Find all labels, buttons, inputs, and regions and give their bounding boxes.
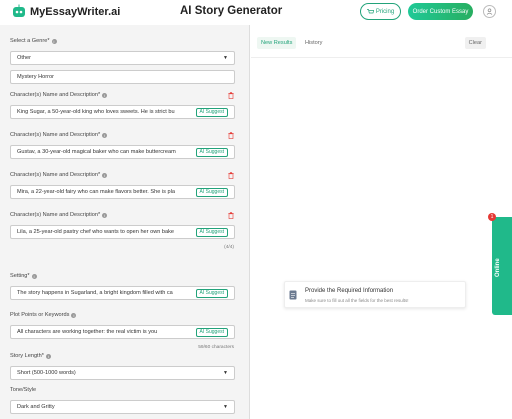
robot-logo-icon[interactable] — [12, 4, 26, 18]
info-icon[interactable]: i — [102, 212, 108, 218]
character-label: Character(s) Name and Description* i — [10, 172, 108, 178]
pricing-button[interactable]: Pricing — [360, 3, 401, 20]
character-label: Character(s) Name and Description* i — [10, 132, 108, 138]
genre-label: Select a Genre* i — [10, 38, 57, 44]
ai-suggest-button[interactable]: AI Suggest — [195, 147, 228, 157]
info-icon[interactable]: i — [71, 312, 77, 318]
logo-text[interactable]: MyEssayWriter.ai — [30, 6, 120, 18]
ai-suggest-button[interactable]: AI Suggest — [195, 288, 228, 298]
dropdown-arrow-icon: ▼ — [223, 404, 228, 410]
info-icon[interactable]: i — [31, 273, 37, 279]
character-input[interactable]: King Sugar, a 50-year-old king who loves… — [10, 105, 235, 119]
tone-label: Tone/Style — [10, 387, 37, 393]
story-form-panel: Select a Genre* i Other ▼ Mystery Horror… — [0, 25, 250, 419]
plot-input[interactable]: All characters are working together: the… — [10, 325, 235, 339]
setting-label: Setting* i — [10, 273, 37, 279]
delete-character-icon[interactable] — [228, 212, 234, 219]
plot-counter: 59/60 characters — [198, 345, 234, 350]
empty-state-card: Provide the Required Information Make su… — [284, 281, 466, 308]
divider — [251, 57, 512, 58]
story-length-select[interactable]: Short (500-1000 words) ▼ — [10, 366, 235, 380]
character-label: Character(s) Name and Description* i — [10, 92, 108, 98]
delete-character-icon[interactable] — [228, 92, 234, 99]
setting-input[interactable]: The story happens in Sugarland, a bright… — [10, 286, 235, 300]
user-icon — [486, 8, 493, 15]
tab-history[interactable]: History — [305, 37, 322, 49]
ai-suggest-button[interactable]: AI Suggest — [195, 327, 228, 337]
pricing-label: Pricing — [375, 8, 395, 15]
delete-character-icon[interactable] — [228, 172, 234, 179]
cart-icon — [366, 8, 374, 13]
character-label: Character(s) Name and Description* i — [10, 212, 108, 218]
info-icon[interactable]: i — [102, 132, 108, 138]
tone-select[interactable]: Dark and Gritty ▼ — [10, 400, 235, 414]
empty-state-title: Provide the Required Information — [305, 288, 394, 294]
results-panel: New Results History Clear Provide the Re… — [251, 25, 512, 419]
online-chat-tab[interactable]: Online — [492, 217, 512, 315]
story-length-label: Story Length* i — [10, 353, 51, 359]
plot-label: Plot Points or Keywords i — [10, 312, 77, 318]
character-counter: (4/4) — [224, 245, 234, 250]
delete-character-icon[interactable] — [228, 132, 234, 139]
info-icon[interactable]: i — [45, 353, 51, 359]
order-custom-essay-button[interactable]: Order Custom Essay — [408, 3, 473, 20]
dropdown-arrow-icon: ▼ — [223, 55, 228, 61]
tab-new-results[interactable]: New Results — [257, 37, 297, 49]
info-icon[interactable]: i — [51, 38, 57, 44]
notification-badge: 1 — [488, 213, 496, 221]
character-input[interactable]: Lila, a 25-year-old pastry chef who want… — [10, 225, 235, 239]
info-icon[interactable]: i — [102, 172, 108, 178]
clear-button[interactable]: Clear — [464, 37, 486, 49]
character-input[interactable]: Mira, a 22-year-old fairy who can make f… — [10, 185, 235, 199]
document-icon — [289, 290, 297, 300]
empty-state-subtitle: Make sure to fill out all the fields for… — [305, 298, 409, 303]
results-tabs: New Results History Clear — [251, 37, 512, 51]
online-label: Online — [495, 258, 501, 277]
ai-suggest-button[interactable]: AI Suggest — [195, 227, 228, 237]
genre-select[interactable]: Other ▼ — [10, 51, 235, 65]
page-title: AI Story Generator — [180, 5, 283, 17]
info-icon[interactable]: i — [102, 92, 108, 98]
ai-suggest-button[interactable]: AI Suggest — [195, 187, 228, 197]
dropdown-arrow-icon: ▼ — [223, 370, 228, 376]
character-input[interactable]: Gustav, a 30-year-old magical baker who … — [10, 145, 235, 159]
user-avatar-button[interactable] — [483, 5, 496, 18]
ai-suggest-button[interactable]: AI Suggest — [195, 107, 228, 117]
header: MyEssayWriter.ai AI Story Generator Pric… — [0, 0, 512, 25]
genre-other-input[interactable]: Mystery Horror — [10, 70, 235, 84]
